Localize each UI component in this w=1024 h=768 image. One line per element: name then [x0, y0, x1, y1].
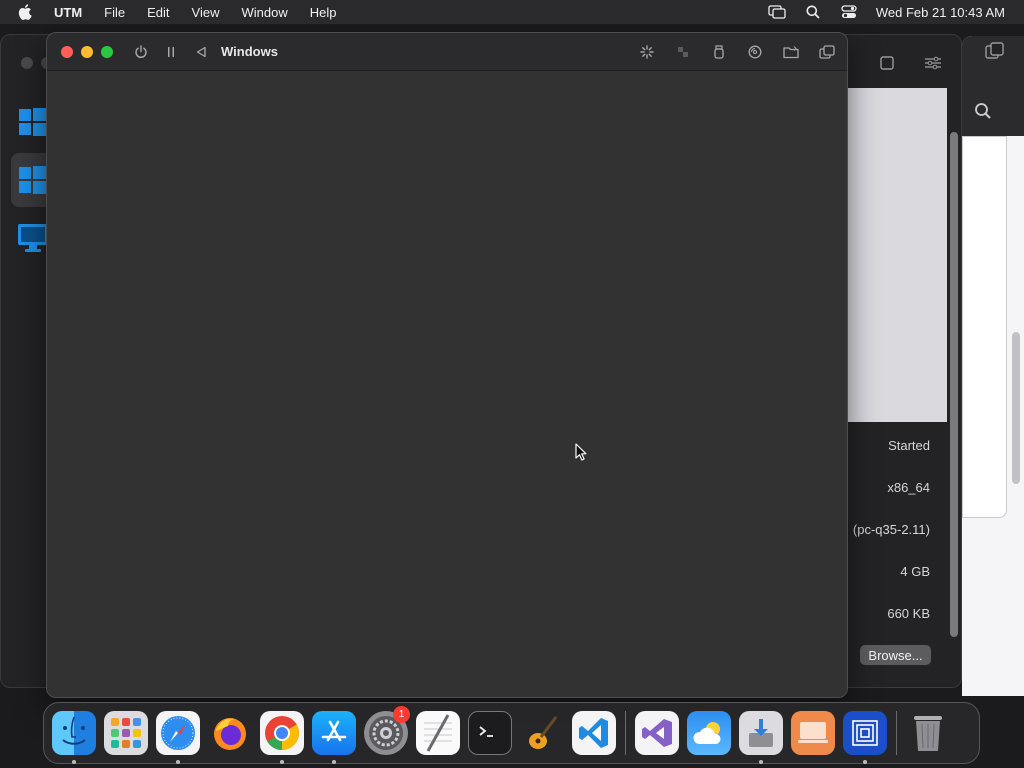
vm-architecture-value: x86_64	[887, 479, 930, 495]
control-center-icon[interactable]	[840, 4, 858, 20]
menu-file[interactable]: File	[104, 5, 125, 20]
window-icon[interactable]	[877, 53, 897, 73]
menubar-clock[interactable]: Wed Feb 21 10:43 AM	[876, 5, 1005, 20]
vm-titlebar: Windows	[47, 33, 847, 71]
restart-icon[interactable]	[193, 44, 209, 60]
activity-spinner-icon	[639, 44, 655, 60]
app-store-icon[interactable]	[312, 711, 356, 764]
cd-dvd-icon[interactable]	[747, 44, 763, 60]
vscode-icon[interactable]	[572, 711, 616, 755]
firefox-icon[interactable]	[208, 711, 252, 755]
weather-icon[interactable]	[687, 711, 731, 755]
resize-display-icon[interactable]	[675, 44, 691, 60]
chrome-icon[interactable]	[260, 711, 304, 764]
background-window	[962, 36, 1024, 696]
close-button[interactable]	[61, 45, 73, 58]
vm-preview-panel	[848, 88, 947, 422]
pause-icon[interactable]	[163, 44, 179, 60]
settings-sliders-icon[interactable]	[923, 53, 943, 73]
finder-icon[interactable]	[52, 711, 96, 764]
background-window-scrollbar[interactable]	[1012, 332, 1020, 484]
vm-memory-value: 4 GB	[900, 563, 930, 579]
dock: 1	[43, 702, 980, 764]
background-window-content	[962, 136, 1007, 518]
apple-menu-icon[interactable]	[18, 4, 36, 20]
vm-display-area[interactable]	[47, 71, 847, 697]
vm-size-value: 660 KB	[887, 605, 930, 621]
library-scrollbar[interactable]	[950, 132, 958, 637]
clone-icon[interactable]	[985, 42, 1005, 65]
menu-view[interactable]: View	[192, 5, 220, 20]
vm-display-window: Windows	[46, 32, 848, 698]
textedit-icon[interactable]	[416, 711, 460, 755]
monitor-icon	[18, 224, 48, 252]
vm-status-value: Started	[888, 437, 930, 453]
vm-details: Started x86_64 (pc-q35-2.11) 4 GB 660 KB	[848, 424, 948, 634]
menu-help[interactable]: Help	[310, 5, 337, 20]
browse-button[interactable]: Browse...	[860, 645, 931, 665]
vm-window-title: Windows	[221, 44, 278, 59]
windows-logo-icon	[19, 166, 47, 194]
visual-studio-icon[interactable]	[635, 711, 679, 755]
minimize-button[interactable]	[81, 45, 93, 58]
garageband-icon[interactable]	[520, 711, 564, 755]
inactive-close-button[interactable]	[21, 57, 33, 69]
system-settings-icon[interactable]: 1	[364, 706, 410, 755]
dock-separator	[625, 711, 626, 755]
menu-bar: UTM File Edit View Window Help Wed Feb 2…	[0, 0, 1024, 24]
app-menu[interactable]: UTM	[54, 5, 82, 20]
usb-device-icon[interactable]	[711, 44, 727, 60]
dock-separator	[896, 711, 897, 755]
installer-icon[interactable]	[739, 711, 783, 764]
windows-switcher-icon[interactable]	[819, 44, 835, 60]
terminal-icon[interactable]	[468, 711, 512, 755]
zoom-button[interactable]	[101, 45, 113, 58]
mouse-cursor-icon	[575, 443, 587, 466]
shared-folder-icon[interactable]	[783, 44, 799, 60]
power-icon[interactable]	[133, 44, 149, 60]
vm-machine-value: (pc-q35-2.11)	[852, 521, 930, 537]
safari-icon[interactable]	[156, 711, 200, 764]
vm-toolbar	[639, 44, 835, 60]
spotlight-search-icon[interactable]	[804, 4, 822, 20]
utm-icon[interactable]	[843, 711, 887, 764]
notification-badge: 1	[393, 706, 410, 723]
launchpad-icon[interactable]	[104, 711, 148, 755]
menu-window[interactable]: Window	[241, 5, 287, 20]
screen-mirroring-icon[interactable]	[768, 4, 786, 20]
remote-desktop-icon[interactable]	[791, 711, 835, 755]
menu-edit[interactable]: Edit	[147, 5, 169, 20]
window-controls	[61, 45, 113, 58]
search-icon[interactable]	[962, 88, 1004, 134]
windows-logo-icon	[19, 108, 47, 136]
trash-icon[interactable]	[906, 711, 950, 755]
